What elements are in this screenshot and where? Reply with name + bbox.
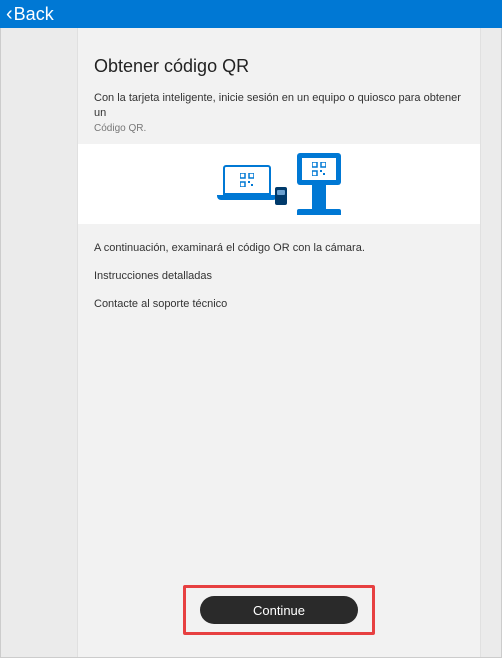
card-reader-icon xyxy=(275,187,287,205)
continue-button[interactable]: Continue xyxy=(200,596,358,624)
detailed-instructions-link[interactable]: Instrucciones detalladas xyxy=(94,270,464,282)
page-subtitle-small: Código QR. xyxy=(94,123,464,134)
chevron-left-icon[interactable]: ‹ xyxy=(6,3,13,26)
gutter-left xyxy=(1,28,77,657)
continue-highlight: Continue xyxy=(183,585,375,635)
app-shell: Obtener código QR Con la tarjeta intelig… xyxy=(0,28,502,658)
page-title: Obtener código QR xyxy=(94,56,464,77)
laptop-icon xyxy=(217,165,277,203)
back-button[interactable]: Back xyxy=(14,4,54,25)
header-bar: ‹ Back xyxy=(0,0,502,28)
page-subtitle: Con la tarjeta inteligente, inicie sesió… xyxy=(94,91,464,121)
contact-support-link[interactable]: Contacte al soporte técnico xyxy=(94,298,464,310)
qr-icon xyxy=(312,162,326,176)
illustration-banner xyxy=(78,144,480,224)
content-panel: Obtener código QR Con la tarjeta intelig… xyxy=(77,28,481,657)
kiosk-icon xyxy=(297,153,341,215)
scan-instruction: A continuación, examinará el código OR c… xyxy=(94,242,464,254)
gutter-right xyxy=(481,28,501,657)
qr-icon xyxy=(240,173,254,187)
